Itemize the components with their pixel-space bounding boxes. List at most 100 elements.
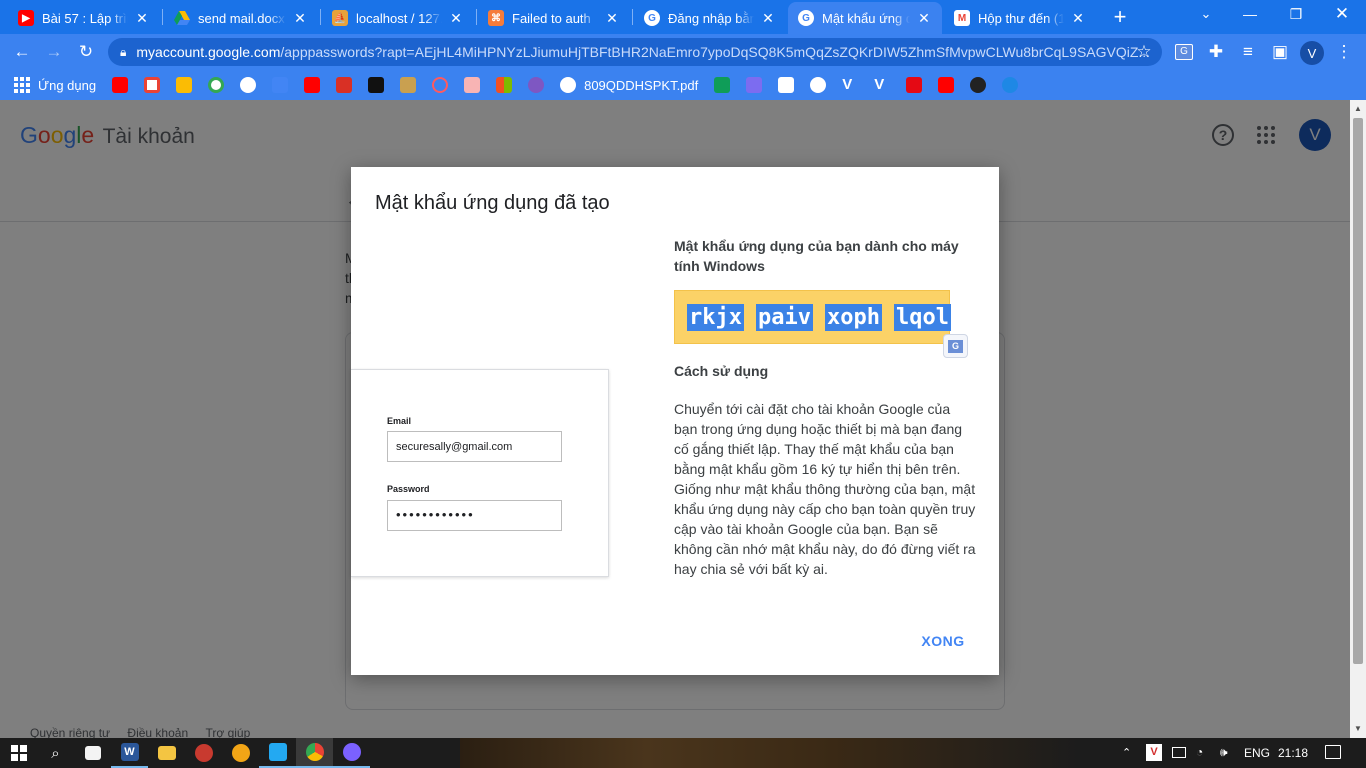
- zalo-icon[interactable]: [1002, 77, 1019, 93]
- green-bookmark-icon[interactable]: [714, 77, 731, 93]
- bookmarks-bar: Ứng dụng 809QDDHSPKT.pdf V V: [0, 70, 1366, 100]
- globe-icon[interactable]: [810, 77, 827, 93]
- file-explorer-icon[interactable]: [148, 738, 185, 768]
- messenger-icon[interactable]: [333, 738, 370, 768]
- close-icon[interactable]: ✕: [292, 10, 308, 27]
- clock[interactable]: 21:18: [1278, 746, 1308, 760]
- youtube-icon[interactable]: [938, 77, 955, 93]
- app-icon[interactable]: [222, 738, 259, 768]
- back-arrow-icon[interactable]: ←: [6, 34, 38, 70]
- translate-popup-icon[interactable]: G: [943, 334, 968, 358]
- reload-icon[interactable]: ↻: [70, 34, 102, 70]
- notion-icon[interactable]: [368, 77, 385, 93]
- illustration-email-field: securesally@gmail.com: [387, 431, 562, 462]
- purple-bookmark-icon[interactable]: [528, 77, 545, 93]
- pink-bookmark-icon[interactable]: [464, 77, 481, 93]
- gmail-icon: M: [954, 10, 970, 26]
- scroll-down-icon[interactable]: ▼: [1354, 724, 1362, 733]
- youtube-icon[interactable]: [112, 77, 129, 93]
- apps-grid-icon[interactable]: [14, 77, 30, 93]
- profile-avatar[interactable]: V: [1300, 41, 1324, 65]
- device-illustration: Email securesally@gmail.com Password •••…: [351, 369, 609, 577]
- password-chunk[interactable]: rkjx: [687, 303, 744, 331]
- airbnb-icon[interactable]: [432, 77, 449, 93]
- chrome-icon[interactable]: [296, 738, 333, 768]
- bookmark-pdf[interactable]: 809QDDHSPKT.pdf: [584, 78, 698, 93]
- windows-start-icon[interactable]: [0, 738, 37, 768]
- page-scrollbar[interactable]: ▲ ▼: [1350, 100, 1366, 738]
- password-chunk[interactable]: xoph: [824, 303, 882, 331]
- google-icon[interactable]: [208, 77, 225, 93]
- language-indicator[interactable]: ENG: [1244, 746, 1270, 760]
- password-chunk[interactable]: paiv: [755, 303, 813, 331]
- tab-phpmyadmin[interactable]: ⛵ localhost / 127.0.0 ✕: [322, 2, 474, 34]
- search-icon[interactable]: ⌕: [37, 738, 74, 768]
- dark-bookmark-icon[interactable]: [970, 77, 987, 93]
- password-chunk[interactable]: lqol: [893, 303, 951, 331]
- address-bar[interactable]: 🔒︎ myaccount.google.com/apppasswords?rap…: [108, 38, 1162, 66]
- scroll-up-icon[interactable]: ▲: [1354, 104, 1362, 113]
- volume-icon[interactable]: 🕪︎: [1220, 745, 1228, 760]
- illustration-email-label: Email: [387, 416, 412, 426]
- globe-icon[interactable]: [560, 77, 577, 93]
- extensions-puzzle-icon[interactable]: ✚: [1200, 34, 1232, 70]
- google-translate-icon[interactable]: G: [1168, 34, 1200, 70]
- microsoft-icon[interactable]: [496, 77, 513, 93]
- google-drive-icon: [174, 10, 190, 26]
- scrollbar-thumb[interactable]: [1353, 118, 1363, 664]
- url-path: /apppasswords?rapt=AEjHL4MiHPNYzLJiumuHj…: [280, 44, 1151, 60]
- quora-icon[interactable]: [336, 77, 353, 93]
- bookmark-apps[interactable]: Ứng dụng: [38, 78, 96, 93]
- youtube-icon: ▶: [18, 10, 34, 26]
- google-drive-icon[interactable]: [176, 77, 193, 93]
- close-icon[interactable]: ✕: [604, 10, 620, 27]
- vscode-icon[interactable]: [259, 738, 296, 768]
- tab-search-chevron-icon[interactable]: ⌄: [1196, 6, 1216, 22]
- tab-send-mail-docx[interactable]: send mail.docx - ✕: [164, 2, 318, 34]
- howto-body: Chuyển tới cài đặt cho tài khoản Google …: [674, 399, 976, 579]
- netflix-icon[interactable]: [906, 77, 923, 93]
- box-bookmark-icon[interactable]: [778, 77, 795, 93]
- battery-icon[interactable]: [1172, 747, 1186, 758]
- image-bookmark-icon[interactable]: [400, 77, 417, 93]
- v-bookmark-icon[interactable]: V: [874, 77, 890, 93]
- wifi-icon[interactable]: ◔: [1196, 745, 1203, 759]
- v-bookmark-icon[interactable]: V: [842, 77, 858, 93]
- forward-arrow-icon[interactable]: →: [38, 34, 70, 70]
- google-translate-icon[interactable]: [272, 77, 289, 93]
- tab-youtube[interactable]: ▶ Bài 57 : Lập trình ✕: [8, 2, 160, 34]
- heart-bookmark-icon[interactable]: [746, 77, 763, 93]
- tab-google-login[interactable]: G Đăng nhập bằng ✕: [634, 2, 786, 34]
- media-control-icon[interactable]: ≡: [1232, 34, 1264, 70]
- close-icon[interactable]: ✕: [760, 10, 776, 27]
- tray-chevron-icon[interactable]: ⌃: [1122, 746, 1131, 759]
- tab-gmail-inbox[interactable]: M Hộp thư đến (1.4 ✕: [944, 2, 1096, 34]
- store-icon[interactable]: [74, 738, 111, 768]
- tab-title: Mật khẩu ứng dụ: [822, 10, 910, 26]
- taskbar-wallpaper-strip: [460, 738, 1080, 768]
- url-host: myaccount.google.com: [136, 44, 281, 60]
- side-panel-icon[interactable]: ▣: [1264, 34, 1296, 70]
- notification-center-icon[interactable]: [1325, 745, 1341, 759]
- generated-password-box[interactable]: rkjx paiv xoph lqol: [674, 290, 951, 344]
- app-icon[interactable]: [185, 738, 222, 768]
- close-icon[interactable]: ✕: [1070, 10, 1086, 27]
- google-icon: G: [644, 10, 660, 26]
- close-icon[interactable]: ✕: [916, 10, 932, 27]
- vietkey-icon[interactable]: V: [1146, 744, 1162, 761]
- tab-app-password-active[interactable]: G Mật khẩu ứng dụ ✕: [788, 2, 942, 34]
- done-button[interactable]: XONG: [911, 629, 975, 653]
- globe-icon[interactable]: [240, 77, 257, 93]
- youtube-icon[interactable]: [304, 77, 321, 93]
- close-icon[interactable]: ✕: [134, 10, 150, 27]
- bookmark-star-icon[interactable]: ☆: [1128, 34, 1160, 70]
- close-window-button[interactable]: ✕: [1332, 4, 1352, 24]
- minimize-button[interactable]: —: [1240, 6, 1260, 22]
- more-menu-icon[interactable]: ⋮: [1328, 34, 1360, 70]
- close-icon[interactable]: ✕: [448, 10, 464, 27]
- word-icon[interactable]: W: [111, 738, 148, 768]
- new-tab-button[interactable]: +: [1108, 4, 1132, 30]
- restore-button[interactable]: ❐: [1286, 6, 1306, 23]
- gmail-icon[interactable]: [144, 77, 161, 93]
- tab-failed-to-auth[interactable]: ⌘ Failed to auth ✕: [478, 2, 630, 34]
